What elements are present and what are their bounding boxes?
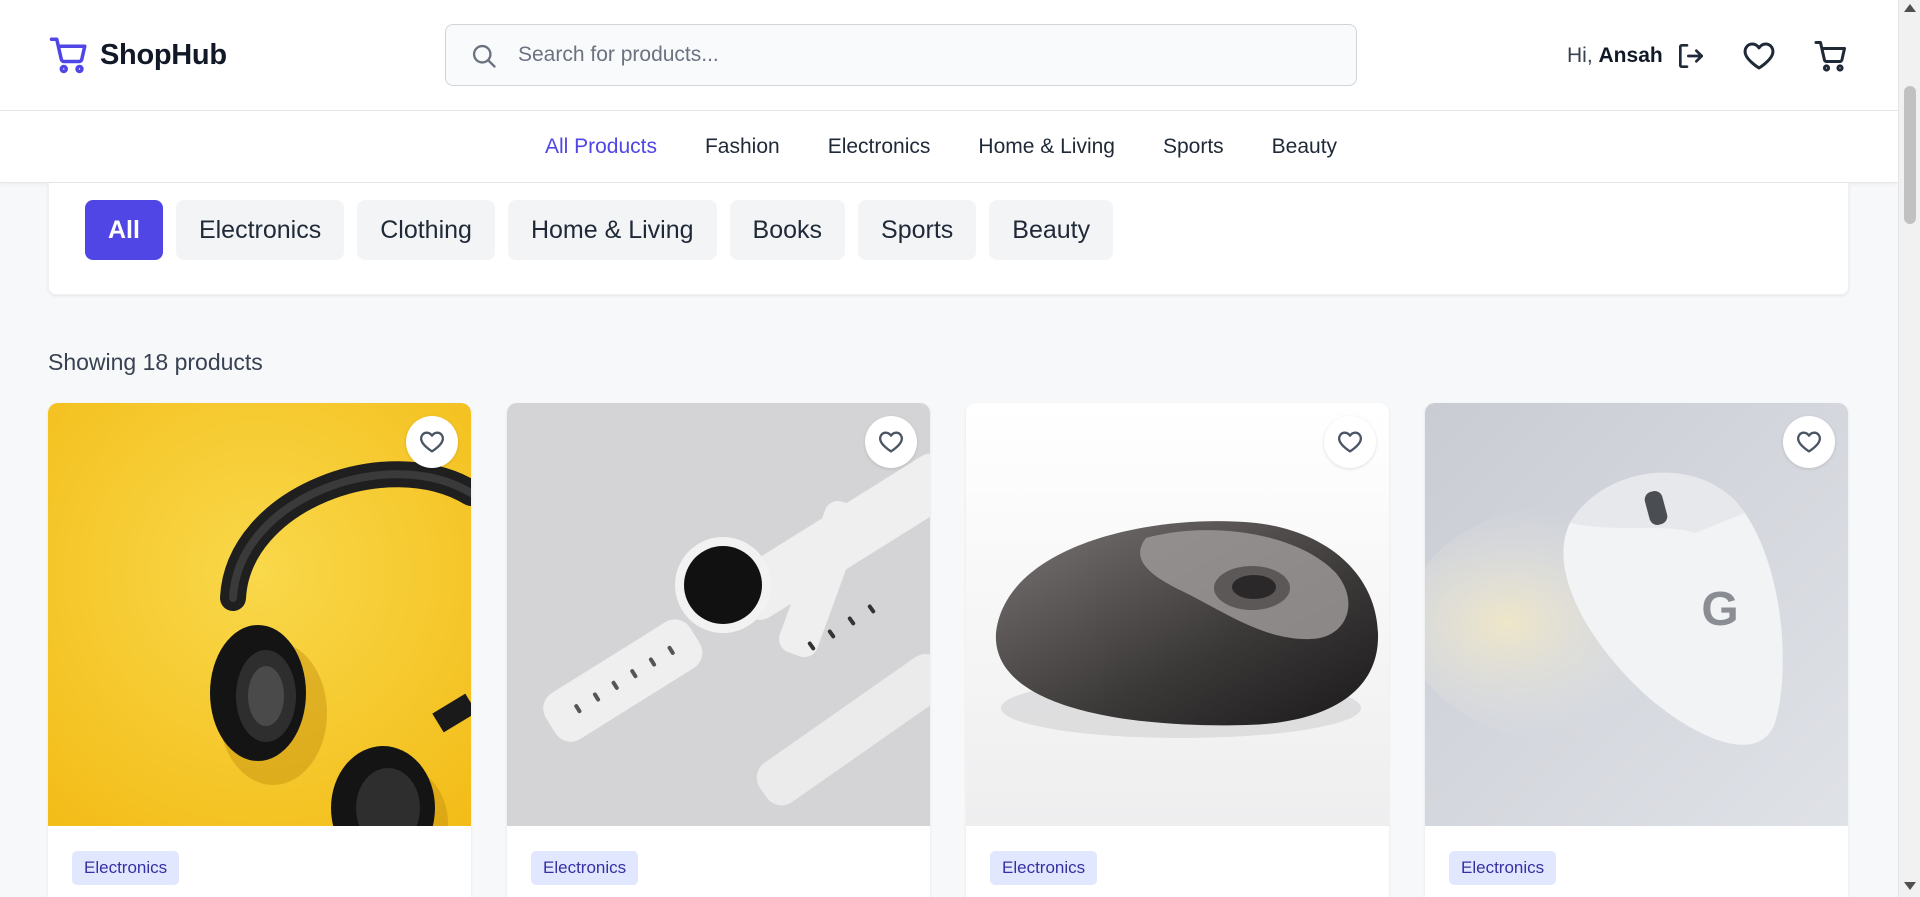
search-icon[interactable] [470, 42, 498, 70]
cart-button[interactable] [1811, 36, 1851, 76]
nav-sports[interactable]: Sports [1163, 135, 1224, 159]
brand-name: ShopHub [100, 38, 227, 71]
category-badge: Electronics [72, 851, 180, 885]
search-input[interactable] [446, 25, 1356, 85]
logout-icon [1679, 44, 1703, 68]
scroll-down-arrow-icon[interactable] [1904, 882, 1916, 890]
scroll-up-arrow-icon[interactable] [1904, 4, 1916, 12]
product-image-white-mouse[interactable]: G [1425, 403, 1848, 826]
filter-chip-all[interactable]: All [85, 200, 163, 260]
category-badge: Electronics [990, 851, 1098, 885]
filter-chip-clothing[interactable]: Clothing [357, 200, 495, 260]
wishlist-toggle[interactable] [406, 416, 458, 468]
user-greeting: Hi, Ansah [1567, 44, 1663, 68]
heart-icon [1743, 42, 1775, 70]
smartwatch-image [507, 403, 930, 826]
heart-icon [1797, 431, 1821, 453]
wishlist-toggle[interactable] [1783, 416, 1835, 468]
black-mouse-image [966, 403, 1389, 826]
nav-fashion[interactable]: Fashion [705, 135, 780, 159]
product-image-smartwatch[interactable] [507, 403, 930, 826]
category-badge: Electronics [1449, 851, 1557, 885]
wishlist-button[interactable] [1739, 36, 1779, 76]
filter-chip-books[interactable]: Books [729, 200, 846, 260]
nav-electronics[interactable]: Electronics [828, 135, 931, 159]
product-image-black-mouse[interactable] [966, 403, 1389, 826]
cart-logo-icon [49, 37, 87, 74]
logout-button[interactable] [1671, 36, 1711, 76]
greeting-text: Hi, [1567, 44, 1593, 67]
nav-all-products[interactable]: All Products [545, 135, 657, 159]
heart-icon [1338, 431, 1362, 453]
heart-icon [879, 431, 903, 453]
scrollbar-thumb[interactable] [1904, 86, 1916, 224]
product-card[interactable]: Electronics [966, 403, 1389, 897]
brand-mark: G [1701, 583, 1738, 636]
brand-logo[interactable]: ShopHub [48, 34, 227, 76]
nav-home-living[interactable]: Home & Living [978, 135, 1115, 159]
heart-icon [420, 431, 444, 453]
category-nav: All Products Fashion Electronics Home & … [0, 111, 1898, 183]
filter-chip-beauty[interactable]: Beauty [989, 200, 1114, 260]
page-scrollbar[interactable] [1898, 0, 1920, 897]
product-image-headphones[interactable] [48, 403, 471, 826]
category-badge: Electronics [531, 851, 639, 885]
user-name: Ansah [1598, 44, 1663, 67]
product-card[interactable]: G Electronics [1425, 403, 1848, 897]
cart-icon [1814, 41, 1846, 72]
filter-chip-home-living[interactable]: Home & Living [507, 200, 717, 260]
search-bar [445, 24, 1357, 86]
white-mouse-image: G [1425, 403, 1848, 826]
filter-chip-electronics[interactable]: Electronics [175, 200, 345, 260]
filter-panel: All Electronics Clothing Home & Living B… [48, 183, 1849, 295]
filter-chip-sports[interactable]: Sports [858, 200, 977, 260]
product-card[interactable]: Electronics [507, 403, 930, 897]
nav-beauty[interactable]: Beauty [1272, 135, 1337, 159]
headphones-image [48, 403, 471, 826]
wishlist-toggle[interactable] [865, 416, 917, 468]
category-filter-chips: All Electronics Clothing Home & Living B… [85, 200, 1114, 260]
product-grid: Electronics Electronics Electronics G El… [48, 403, 1849, 897]
product-card[interactable]: Electronics [48, 403, 471, 897]
product-count: Showing 18 products [48, 349, 263, 375]
wishlist-toggle[interactable] [1324, 416, 1376, 468]
site-header: ShopHub Hi, Ansah [0, 0, 1898, 111]
